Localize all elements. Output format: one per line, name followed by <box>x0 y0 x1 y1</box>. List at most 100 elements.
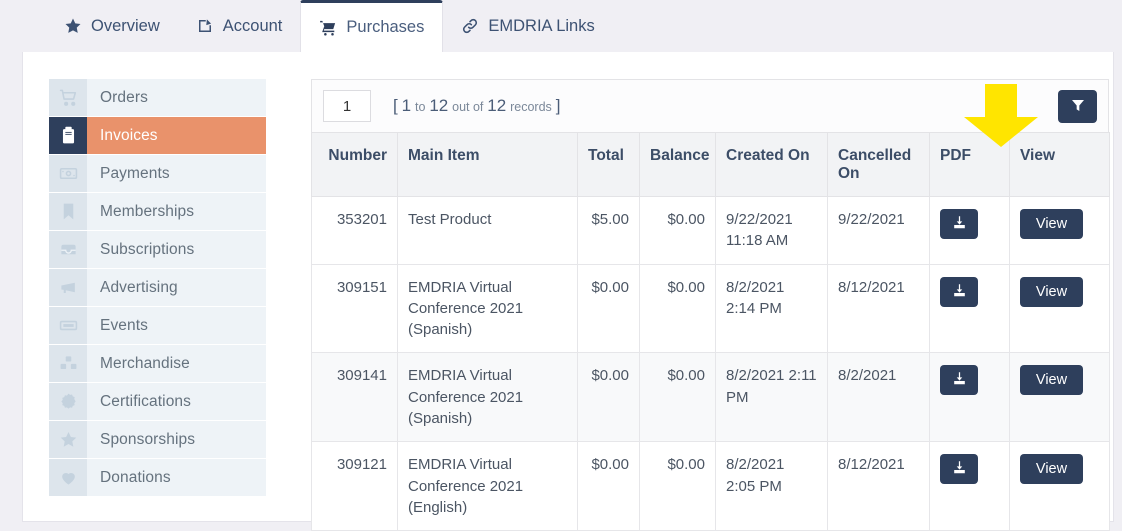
cell-view: View <box>1009 196 1110 265</box>
cell-created-on: 8/2/2021 2:14 PM <box>715 263 828 354</box>
cell-total: $0.00 <box>577 441 640 531</box>
view-invoice-button[interactable]: View <box>1020 276 1083 307</box>
column-header-main-item[interactable]: Main Item <box>397 132 578 197</box>
download-pdf-button[interactable] <box>940 454 978 485</box>
column-header-balance[interactable]: Balance <box>639 132 716 197</box>
column-header-cancelled-on[interactable]: Cancelled On <box>827 132 930 197</box>
table-row[interactable]: 353201 Test Product $5.00 $0.00 9/22/202… <box>311 196 1110 265</box>
sidebar-item-label: Merchandise <box>87 345 266 382</box>
record-count-info: [ 1 to 12 out of 12 records ] <box>393 96 560 116</box>
sidebar-item-donations[interactable]: Donations <box>49 459 266 497</box>
cell-number: 309151 <box>311 263 398 354</box>
records-to-word: to <box>414 100 426 114</box>
table-row[interactable]: 309151 EMDRIA Virtual Conference 2021 (S… <box>311 263 1110 354</box>
cell-pdf <box>929 352 1010 443</box>
tab-label: Overview <box>91 16 160 35</box>
filter-button[interactable] <box>1058 90 1097 123</box>
bracket-close: ] <box>555 96 561 115</box>
cell-cancelled-on: 9/22/2021 <box>827 196 930 265</box>
cart-icon <box>49 79 87 116</box>
main-tab-bar: Overview Account Purchases EMDRIA Links <box>0 0 1122 52</box>
cell-pdf <box>929 196 1010 265</box>
sidebar-item-label: Memberships <box>87 193 266 230</box>
cell-main-item: EMDRIA Virtual Conference 2021 (Spanish) <box>397 263 578 354</box>
cell-main-item: EMDRIA Virtual Conference 2021 (Spanish) <box>397 352 578 443</box>
sidebar-item-label: Donations <box>87 459 266 496</box>
tab-emdria-links[interactable]: EMDRIA Links <box>443 0 612 52</box>
invoices-table: Number Main Item Total Balance Created O… <box>311 132 1110 531</box>
cell-total: $5.00 <box>577 196 640 265</box>
cell-total: $0.00 <box>577 352 640 443</box>
sidebar-item-payments[interactable]: Payments <box>49 155 266 193</box>
column-header-total[interactable]: Total <box>577 132 640 197</box>
page-number-input[interactable] <box>323 90 371 122</box>
cell-balance: $0.00 <box>639 263 716 354</box>
bracket-open: [ <box>393 96 398 115</box>
download-icon <box>952 215 967 233</box>
download-pdf-button[interactable] <box>940 276 978 307</box>
tab-purchases[interactable]: Purchases <box>300 0 444 52</box>
clipboard-icon <box>49 117 87 154</box>
sidebar-item-label: Certifications <box>87 383 266 420</box>
tab-label: Account <box>222 16 283 35</box>
sidebar-item-sponsorships[interactable]: Sponsorships <box>49 421 266 459</box>
cell-view: View <box>1009 263 1110 354</box>
star-icon <box>64 17 82 35</box>
table-row[interactable]: 309121 EMDRIA Virtual Conference 2021 (E… <box>311 441 1110 531</box>
filter-funnel-icon <box>1070 97 1086 116</box>
cell-created-on: 8/2/2021 2:11 PM <box>715 352 828 443</box>
megaphone-icon <box>49 269 87 306</box>
download-pdf-button[interactable] <box>940 365 978 396</box>
bookmark-icon <box>49 193 87 230</box>
heart-icon <box>49 459 87 496</box>
records-outof-word: out of <box>452 100 484 114</box>
link-icon <box>461 17 479 35</box>
column-header-view: View <box>1009 132 1110 197</box>
cell-balance: $0.00 <box>639 441 716 531</box>
sidebar-item-label: Advertising <box>87 269 266 306</box>
download-icon <box>952 371 967 389</box>
column-header-created-on[interactable]: Created On <box>715 132 828 197</box>
purchases-card: Orders Invoices Payments Memberships Sub <box>22 52 1114 531</box>
sidebar-item-subscriptions[interactable]: Subscriptions <box>49 231 266 269</box>
purchases-sidebar: Orders Invoices Payments Memberships Sub <box>49 79 266 497</box>
sidebar-item-memberships[interactable]: Memberships <box>49 193 266 231</box>
cell-balance: $0.00 <box>639 352 716 443</box>
sidebar-item-invoices[interactable]: Invoices <box>49 117 266 155</box>
table-row[interactable]: 309141 EMDRIA Virtual Conference 2021 (S… <box>311 352 1110 443</box>
sidebar-item-orders[interactable]: Orders <box>49 79 266 117</box>
cell-number: 309141 <box>311 352 398 443</box>
shopping-cart-icon <box>319 19 337 37</box>
sidebar-item-label: Events <box>87 307 266 344</box>
column-header-number[interactable]: Number <box>311 132 398 197</box>
sidebar-item-label: Sponsorships <box>87 421 266 458</box>
cell-view: View <box>1009 352 1110 443</box>
banknote-icon <box>49 155 87 192</box>
sidebar-item-label: Invoices <box>87 117 266 154</box>
ticket-icon <box>49 307 87 344</box>
cell-cancelled-on: 8/12/2021 <box>827 441 930 531</box>
records-to: 12 <box>429 96 449 115</box>
view-invoice-button[interactable]: View <box>1020 365 1083 396</box>
star-icon <box>49 421 87 458</box>
sidebar-item-label: Subscriptions <box>87 231 266 268</box>
table-header-row: Number Main Item Total Balance Created O… <box>311 132 1110 197</box>
sidebar-item-advertising[interactable]: Advertising <box>49 269 266 307</box>
cell-number: 353201 <box>311 196 398 265</box>
sidebar-item-certifications[interactable]: Certifications <box>49 383 266 421</box>
download-pdf-button[interactable] <box>940 209 978 239</box>
edit-square-icon <box>196 17 214 35</box>
cell-main-item: Test Product <box>397 196 578 265</box>
view-invoice-button[interactable]: View <box>1020 209 1083 239</box>
download-icon <box>952 460 967 478</box>
tab-overview[interactable]: Overview <box>46 0 178 52</box>
tab-label: EMDRIA Links <box>488 16 595 35</box>
cell-pdf <box>929 263 1010 354</box>
cell-created-on: 8/2/2021 2:05 PM <box>715 441 828 531</box>
view-invoice-button[interactable]: View <box>1020 454 1083 485</box>
sidebar-item-events[interactable]: Events <box>49 307 266 345</box>
sidebar-item-merchandise[interactable]: Merchandise <box>49 345 266 383</box>
download-icon <box>952 283 967 301</box>
cell-view: View <box>1009 441 1110 531</box>
tab-account[interactable]: Account <box>178 0 301 52</box>
